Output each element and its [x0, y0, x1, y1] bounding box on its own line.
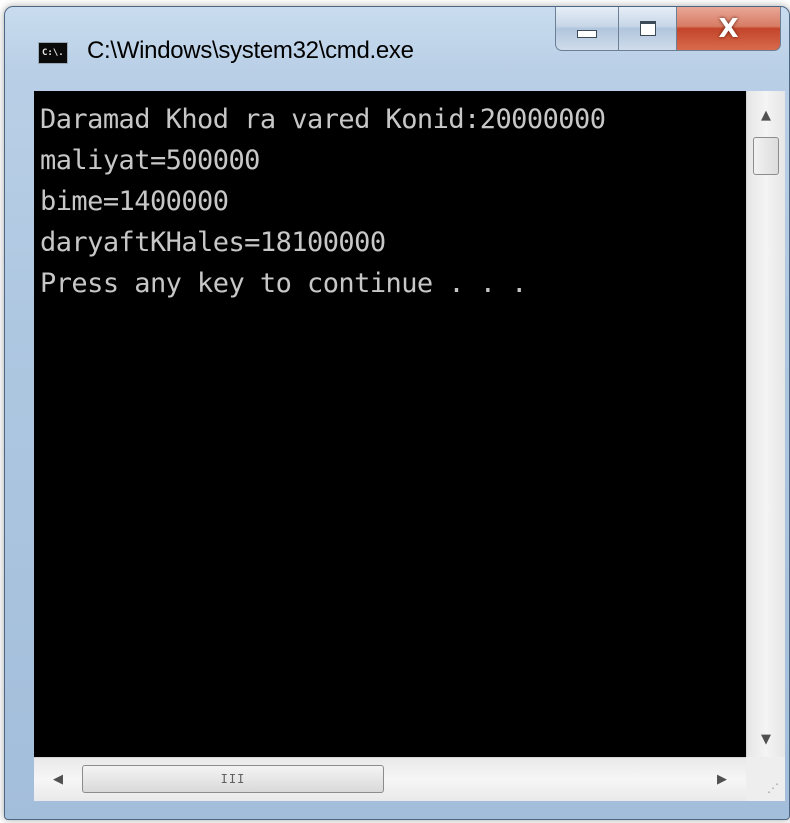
close-button[interactable]: X [677, 7, 781, 51]
cmd-app-icon[interactable]: C:\. [38, 42, 68, 64]
vertical-scrollbar[interactable]: ▲ ▼ [746, 91, 785, 757]
close-icon: X [718, 13, 739, 44]
console-line: Press any key to continue . . . [40, 268, 527, 299]
scroll-right-arrow-icon[interactable]: ▶ [704, 758, 740, 801]
title-bar[interactable]: C:\. C:\Windows\system32\cmd.exe X [5, 7, 789, 91]
console-lines: Daramad Khod ra vared Konid:20000000 mal… [40, 99, 606, 304]
horizontal-scroll-thumb[interactable]: III [82, 765, 384, 793]
maximize-button[interactable] [619, 7, 677, 51]
resize-grip-icon[interactable]: ⋰ [746, 757, 785, 801]
caption-buttons: X [555, 7, 781, 57]
console-line: daryaftKHales=18100000 [40, 227, 386, 258]
cmd-window: C:\. C:\Windows\system32\cmd.exe X Daram… [4, 6, 790, 820]
maximize-icon [639, 21, 656, 36]
scroll-down-arrow-icon[interactable]: ▼ [747, 723, 785, 755]
scroll-left-arrow-icon[interactable]: ◀ [40, 758, 76, 801]
horizontal-scrollbar[interactable]: ◀ III ▶ [34, 757, 746, 801]
minimize-icon [577, 29, 597, 38]
scroll-up-arrow-icon[interactable]: ▲ [747, 99, 785, 131]
vertical-scroll-thumb[interactable] [753, 137, 779, 175]
thumb-grip-icon: III [220, 772, 246, 786]
window-title: C:\Windows\system32\cmd.exe [87, 37, 414, 64]
console-line: bime=1400000 [40, 186, 229, 217]
console-line: Daramad Khod ra vared Konid:20000000 [40, 104, 606, 135]
console-output[interactable]: Daramad Khod ra vared Konid:20000000 mal… [34, 91, 746, 757]
minimize-button[interactable] [555, 7, 619, 51]
console-line: maliyat=500000 [40, 145, 260, 176]
